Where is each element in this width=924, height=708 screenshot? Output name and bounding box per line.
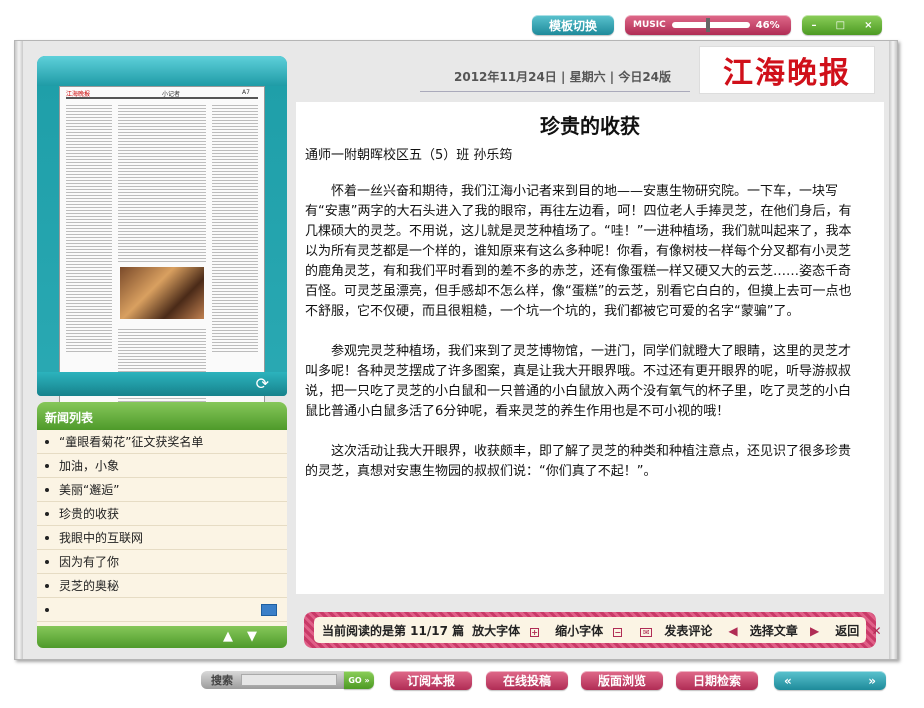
refresh-icon[interactable]: ⟳ bbox=[256, 374, 269, 393]
article-toolbar: 当前阅读的是第 11/17 篇 放大字体 + 缩小字体 − ✉ 发表评论 ◀ 选择文… bbox=[304, 612, 882, 648]
close-icon: ✕ bbox=[871, 623, 882, 638]
plus-icon: + bbox=[530, 627, 540, 637]
news-list-panel: 新闻列表 “童眼看菊花”征文获奖名单 加油，小象 美丽“邂逅” 珍贵的收获 我眼… bbox=[37, 402, 287, 648]
select-article-label: 选择文章 bbox=[749, 623, 798, 638]
date-search-button[interactable]: 日期检索 bbox=[676, 671, 758, 690]
issue-pages: 今日24版 bbox=[618, 70, 672, 84]
bullet-icon bbox=[45, 607, 49, 612]
thumbnail-page-number: A7 bbox=[242, 89, 250, 96]
news-item-label: 加油，小象 bbox=[59, 459, 120, 473]
thumbnail-column bbox=[118, 103, 206, 263]
newspaper-logo: 江海晚报 bbox=[699, 46, 875, 94]
news-list: “童眼看菊花”征文获奖名单 加油，小象 美丽“邂逅” 珍贵的收获 我眼中的互联网… bbox=[37, 430, 287, 622]
thumbnail-footer: ⟳ bbox=[37, 372, 287, 396]
news-item-label: 因为有了你 bbox=[59, 555, 120, 569]
zoom-in-button[interactable]: 放大字体 + bbox=[472, 622, 547, 639]
back-label: 返回 bbox=[835, 623, 860, 638]
news-list-heading: 新闻列表 bbox=[37, 402, 287, 430]
prev-page-icon[interactable]: « bbox=[784, 674, 792, 688]
document-icon[interactable] bbox=[261, 603, 277, 616]
bullet-icon bbox=[45, 487, 49, 492]
news-item-label: “童眼看菊花”征文获奖名单 bbox=[59, 435, 204, 449]
bullet-icon bbox=[45, 559, 49, 564]
thumbnail-column bbox=[66, 103, 112, 353]
bullet-icon bbox=[45, 583, 49, 588]
comment-button[interactable]: ✉ 发表评论 bbox=[638, 622, 720, 639]
news-item-label: 美丽“邂逅” bbox=[59, 483, 120, 497]
music-label: MUSIC bbox=[633, 20, 666, 30]
scroll-up-icon[interactable]: ▲ bbox=[223, 629, 247, 644]
window-controls: – □ × bbox=[802, 15, 882, 35]
zoom-in-label: 放大字体 bbox=[472, 623, 521, 638]
subscribe-button[interactable]: 订阅本报 bbox=[390, 671, 472, 690]
select-article-button[interactable]: ◀ 选择文章 ▶ bbox=[728, 622, 827, 639]
news-item-label: 我眼中的互联网 bbox=[59, 531, 144, 545]
music-volume-slider[interactable] bbox=[671, 18, 750, 32]
article-body: 怀着一丝兴奋和期待，我们江海小记者来到目的地——安惠生物研究院。一下车，一块写有… bbox=[305, 182, 861, 502]
back-button[interactable]: 返回 ✕ bbox=[835, 622, 889, 639]
next-page-icon[interactable]: » bbox=[868, 674, 876, 688]
page-browse-button[interactable]: 版面浏览 bbox=[581, 671, 663, 690]
news-list-item[interactable]: 因为有了你 bbox=[37, 550, 287, 574]
news-list-item[interactable]: 美丽“邂逅” bbox=[37, 478, 287, 502]
template-switch-button[interactable]: 模板切换 bbox=[532, 15, 614, 35]
search-go-button[interactable]: GO » bbox=[344, 671, 374, 689]
bullet-icon bbox=[45, 463, 49, 468]
news-item-label: 灵芝的奥秘 bbox=[59, 579, 120, 593]
envelope-icon: ✉ bbox=[640, 627, 653, 637]
thumbnail-masthead: 江海晚报 小记者 A7 bbox=[66, 89, 258, 99]
music-control[interactable]: MUSIC 46% bbox=[625, 15, 791, 35]
volume-knob[interactable] bbox=[705, 18, 710, 32]
thumbnail-header bbox=[37, 56, 287, 86]
bullet-icon bbox=[45, 535, 49, 540]
maximize-icon[interactable]: □ bbox=[836, 20, 845, 31]
music-volume-value: 46% bbox=[755, 19, 780, 31]
thumbnail-column bbox=[212, 103, 258, 353]
thumbnail-paper-name: 江海晚报 bbox=[66, 91, 91, 98]
reading-position: 当前阅读的是第 11/17 篇 bbox=[322, 623, 465, 638]
separator: | bbox=[561, 70, 570, 84]
news-item-label: 珍贵的收获 bbox=[59, 507, 120, 521]
page-nav: « » bbox=[774, 671, 886, 690]
article-author: 通师一附朝晖校区五（5）班 孙乐筠 bbox=[305, 148, 513, 163]
minus-icon: − bbox=[613, 627, 623, 637]
bullet-icon bbox=[45, 511, 49, 516]
article-panel: 珍贵的收获 通师一附朝晖校区五（5）班 孙乐筠 怀着一丝兴奋和期待，我们江海小记… bbox=[296, 102, 884, 594]
zoom-out-label: 缩小字体 bbox=[555, 623, 604, 638]
news-list-footer: ▲▼ bbox=[37, 626, 287, 648]
zoom-out-button[interactable]: 缩小字体 − bbox=[555, 622, 630, 639]
search-input[interactable] bbox=[241, 674, 337, 686]
scroll-down-icon[interactable]: ▼ bbox=[247, 629, 271, 644]
article-paragraph: 这次活动让我大开眼界，收获颇丰，即了解了灵芝的种类和种植注意点，还见识了很多珍贵… bbox=[305, 444, 852, 479]
news-list-item[interactable]: 我眼中的互联网 bbox=[37, 526, 287, 550]
submit-article-button[interactable]: 在线投稿 bbox=[486, 671, 568, 690]
thumbnail-section: 小记者 bbox=[162, 91, 181, 98]
comment-label: 发表评论 bbox=[664, 623, 713, 638]
news-list-item[interactable]: 加油，小象 bbox=[37, 454, 287, 478]
bullet-icon bbox=[45, 439, 49, 444]
thumbnail-photo bbox=[120, 267, 204, 319]
news-list-item[interactable] bbox=[37, 598, 287, 622]
article-paragraph: 参观完灵芝种植场，我们来到了灵芝博物馆，一进门，同学们就瞪大了眼睛，这里的灵芝才… bbox=[305, 344, 852, 419]
chevron-left-icon: ◀ bbox=[728, 623, 738, 638]
search-label: 搜索 bbox=[211, 674, 233, 687]
page-thumbnail-panel: 江海晚报 小记者 A7 ⟳ bbox=[37, 56, 287, 426]
minimize-icon[interactable]: – bbox=[812, 20, 817, 31]
close-icon[interactable]: × bbox=[864, 20, 872, 31]
dateline: 2012年11月24日 | 星期六 | 今日24版 bbox=[420, 66, 690, 92]
news-list-item[interactable]: 珍贵的收获 bbox=[37, 502, 287, 526]
issue-date: 2012年11月24日 bbox=[454, 70, 557, 84]
chevron-right-icon: ▶ bbox=[810, 623, 820, 638]
article-title: 珍贵的收获 bbox=[540, 114, 640, 138]
issue-weekday: 星期六 bbox=[569, 70, 606, 84]
news-list-item[interactable]: 灵芝的奥秘 bbox=[37, 574, 287, 598]
news-list-item[interactable]: “童眼看菊花”征文获奖名单 bbox=[37, 430, 287, 454]
article-paragraph: 怀着一丝兴奋和期待，我们江海小记者来到目的地——安惠生物研究院。一下车，一块写有… bbox=[305, 184, 852, 319]
